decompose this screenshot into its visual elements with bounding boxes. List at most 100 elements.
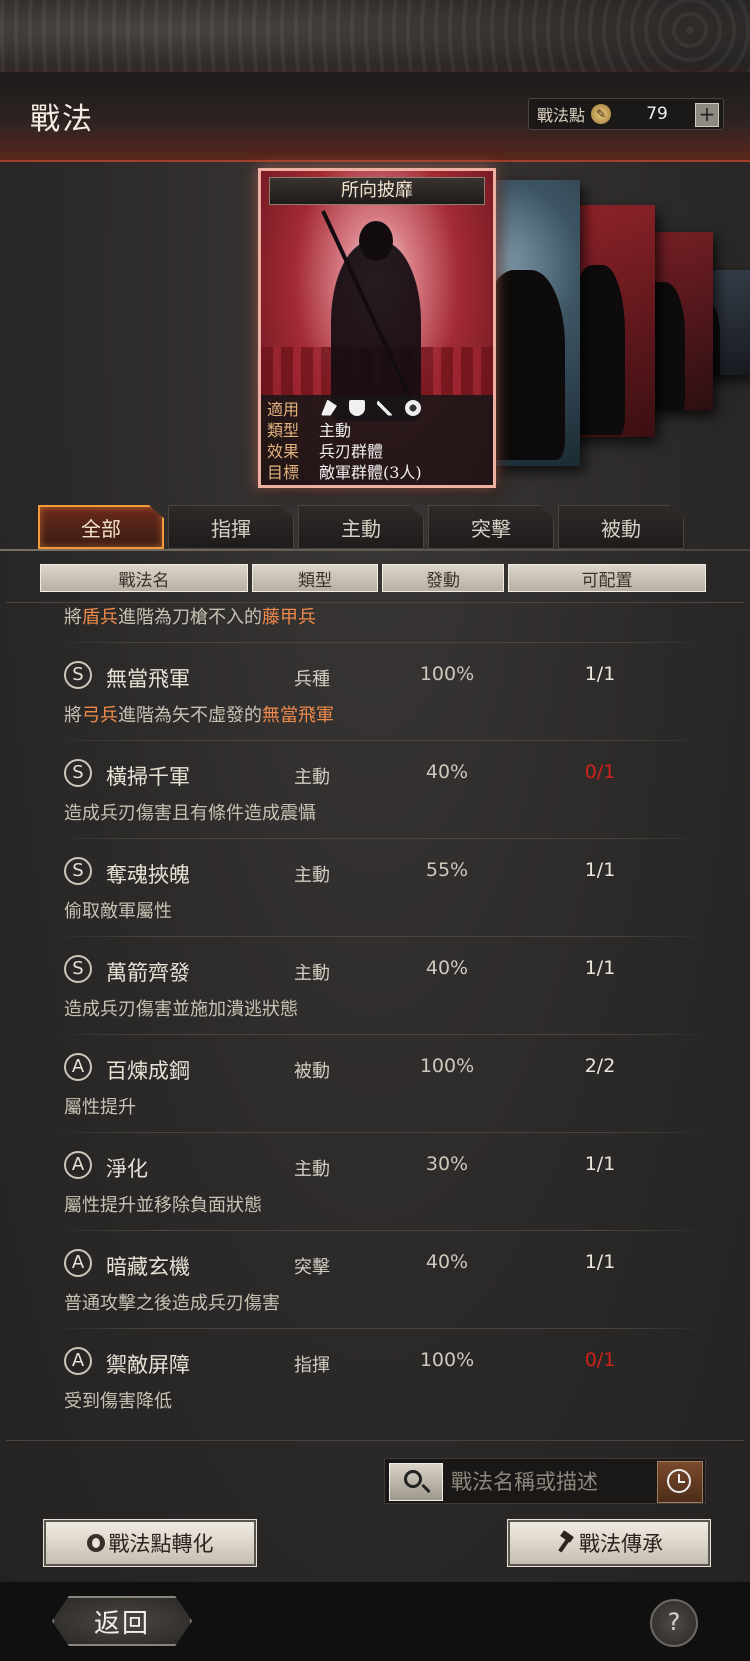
- tab-command[interactable]: 指揮: [168, 505, 294, 549]
- help-button[interactable]: ?: [650, 1599, 698, 1647]
- bow-icon: [377, 399, 393, 416]
- search-history-button[interactable]: [657, 1461, 703, 1503]
- search-input[interactable]: [449, 1463, 643, 1501]
- skill-slots: 1/1: [584, 957, 616, 979]
- skill-rate: 30%: [425, 1153, 469, 1175]
- skill-description: 偷取敵軍屬性: [64, 901, 172, 922]
- skill-name: 橫掃千軍: [106, 765, 190, 789]
- inherit-skill-label: 戰法傳承: [579, 1532, 663, 1556]
- hammer-icon: [555, 1533, 575, 1553]
- skill-slots: 1/1: [584, 859, 616, 881]
- convert-points-button[interactable]: 戰法點轉化: [44, 1520, 256, 1566]
- skill-slots: 1/1: [584, 663, 616, 685]
- column-header-rate[interactable]: 發動: [382, 564, 504, 592]
- skill-name: 暗藏玄機: [106, 1255, 190, 1279]
- top-backdrop: [0, 0, 750, 72]
- footer-bar: 返回 ?: [0, 1582, 750, 1661]
- card-art-general: [331, 241, 421, 421]
- card-row-type: 類型 主動: [267, 418, 487, 440]
- skill-rate: 40%: [425, 1251, 469, 1273]
- grade-badge: A: [64, 1151, 92, 1179]
- skill-rate: 55%: [425, 859, 469, 881]
- skill-description: 將弓兵進階為矢不虛發的無當飛軍: [64, 705, 334, 726]
- cavalry-icon: [321, 399, 337, 416]
- column-header-slots[interactable]: 可配置: [508, 564, 706, 592]
- featured-card-info: 適用 類型 主動 效果 兵刃群體 目標 敵軍群體(3人): [261, 395, 493, 485]
- skill-name: 奪魂挾魄: [106, 863, 190, 887]
- search-icon: [404, 1470, 422, 1488]
- card-value-target: 敵軍群體(3人): [319, 462, 422, 482]
- tab-active[interactable]: 主動: [298, 505, 424, 549]
- skill-name: 禦敵屏障: [106, 1353, 190, 1377]
- skill-type: 主動: [294, 963, 330, 984]
- skill-name: 無當飛軍: [106, 667, 190, 691]
- drop-icon: [86, 1534, 105, 1552]
- tab-divider: [0, 549, 750, 551]
- skill-type: 突擊: [294, 1257, 330, 1278]
- tab-assault[interactable]: 突擊: [428, 505, 554, 549]
- skill-name: 淨化: [106, 1157, 148, 1181]
- skill-description: 造成兵刃傷害並施加潰逃狀態: [64, 999, 298, 1020]
- skill-type: 兵種: [294, 669, 330, 690]
- skill-description: 受到傷害降低: [64, 1391, 172, 1412]
- featured-skill-card[interactable]: 所向披靡 適用 類型 主動 效果 兵刃群體 目標 敵軍群體(3人): [258, 168, 496, 488]
- skill-description: 屬性提升並移除負面狀態: [64, 1195, 262, 1216]
- list-item[interactable]: 將盾兵進階為刀槍不入的藤甲兵: [0, 603, 750, 643]
- list-item[interactable]: S 萬箭齊發 主動 40% 1/1 造成兵刃傷害並施加潰逃狀態: [0, 937, 750, 1035]
- search-button[interactable]: [389, 1463, 443, 1501]
- list-bottom-divider: [6, 1440, 744, 1441]
- skill-list[interactable]: 將盾兵進階為刀槍不入的藤甲兵 S 無當飛軍 兵種 100% 1/1 將弓兵進階為…: [0, 603, 750, 1425]
- tab-all[interactable]: 全部: [38, 505, 164, 549]
- list-item[interactable]: S 無當飛軍 兵種 100% 1/1 將弓兵進階為矢不虛發的無當飛軍: [0, 643, 750, 741]
- skill-type: 被動: [294, 1061, 330, 1082]
- inherit-skill-button[interactable]: 戰法傳承: [508, 1520, 710, 1566]
- list-item[interactable]: A 淨化 主動 30% 1/1 屬性提升並移除負面狀態: [0, 1133, 750, 1231]
- card-row-target: 目標 敵軍群體(3人): [267, 460, 487, 482]
- column-header-name[interactable]: 戰法名: [40, 564, 248, 592]
- tactic-points-display: 戰法點 ✎ 79 +: [528, 98, 724, 130]
- list-item[interactable]: S 橫掃千軍 主動 40% 0/1 造成兵刃傷害且有條件造成震懾: [0, 741, 750, 839]
- list-item[interactable]: A 暗藏玄機 突擊 40% 1/1 普通攻擊之後造成兵刃傷害: [0, 1231, 750, 1329]
- column-header-type[interactable]: 類型: [252, 564, 378, 592]
- skill-type: 主動: [294, 865, 330, 886]
- search-bar: [384, 1458, 706, 1504]
- skill-slots: 1/1: [584, 1251, 616, 1273]
- filter-tabs: 全部 指揮 主動 突擊 被動: [38, 505, 684, 549]
- skill-description: 造成兵刃傷害且有條件造成震懾: [64, 803, 316, 824]
- shield-icon: [349, 399, 365, 416]
- points-currency-icon: ✎: [591, 104, 612, 124]
- troop-type-icons: [321, 399, 421, 416]
- skill-rate: 40%: [425, 957, 469, 979]
- list-item[interactable]: A 禦敵屏障 指揮 100% 0/1 受到傷害降低: [0, 1329, 750, 1425]
- skill-rate: 100%: [419, 1055, 475, 1077]
- chariot-wheel-icon: [405, 399, 421, 416]
- add-points-button[interactable]: +: [695, 103, 719, 127]
- grade-badge: S: [64, 759, 92, 787]
- skill-type: 主動: [294, 767, 330, 788]
- card-row-applies: 適用: [267, 397, 487, 419]
- tab-passive[interactable]: 被動: [558, 505, 684, 549]
- skill-description: 屬性提升: [64, 1097, 136, 1118]
- skill-description: 將盾兵進階為刀槍不入的藤甲兵: [64, 607, 316, 628]
- skill-card-back-2[interactable]: [570, 205, 655, 437]
- grade-badge: A: [64, 1053, 92, 1081]
- card-row-effect: 效果 兵刃群體: [267, 439, 487, 461]
- column-headers: 戰法名 類型 發動 可配置: [40, 564, 706, 592]
- grade-badge: S: [64, 857, 92, 885]
- skill-type: 主動: [294, 1159, 330, 1180]
- convert-points-label: 戰法點轉化: [108, 1532, 214, 1556]
- header-bar: 戰法 戰法點 ✎ 79 +: [0, 72, 750, 162]
- grade-badge: S: [64, 955, 92, 983]
- list-item[interactable]: A 百煉成鋼 被動 100% 2/2 屬性提升: [0, 1035, 750, 1133]
- skill-rate: 40%: [425, 761, 469, 783]
- grade-badge: A: [64, 1347, 92, 1375]
- points-value: 79: [646, 104, 668, 124]
- clock-icon: [667, 1469, 691, 1493]
- list-item[interactable]: S 奪魂挾魄 主動 55% 1/1 偷取敵軍屬性: [0, 839, 750, 937]
- skill-slots: 0/1: [584, 761, 616, 783]
- grade-badge: A: [64, 1249, 92, 1277]
- skill-rate: 100%: [419, 1349, 475, 1371]
- card-art-general-head: [359, 221, 393, 261]
- featured-card-title: 所向披靡: [269, 177, 485, 205]
- back-button[interactable]: 返回: [52, 1596, 192, 1646]
